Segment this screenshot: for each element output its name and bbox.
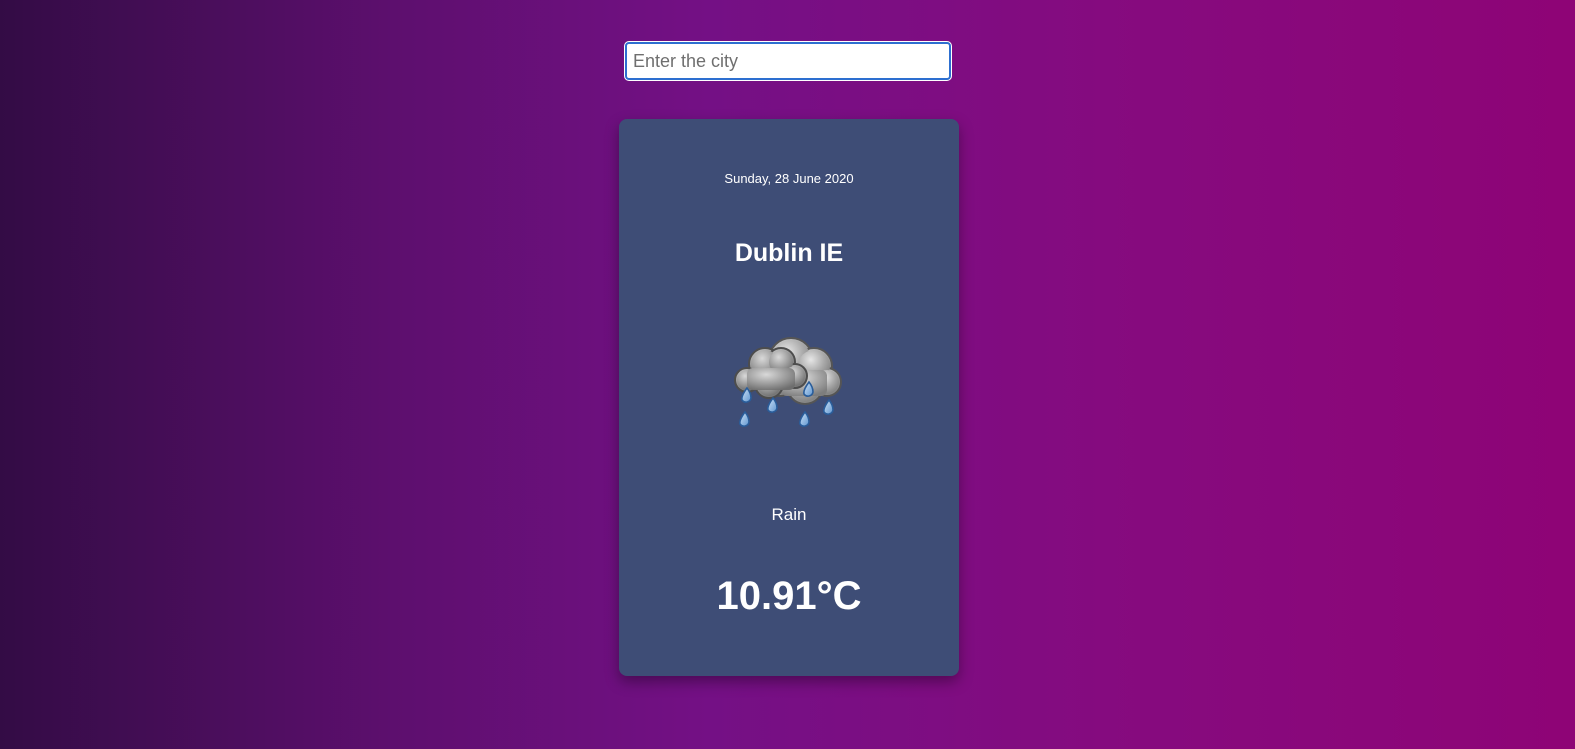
location-title: Dublin IE <box>734 239 844 267</box>
rain-cloud-icon <box>734 337 842 427</box>
city-search <box>625 42 951 80</box>
city-search-input[interactable] <box>625 42 951 80</box>
weather-card: Sunday, 28 June 2020 Dublin IE Rain 10.9… <box>619 119 959 676</box>
weather-condition: Rain <box>771 505 807 524</box>
date-label: Sunday, 28 June 2020 <box>724 171 854 186</box>
temperature-value: 10.91°C <box>716 574 862 618</box>
